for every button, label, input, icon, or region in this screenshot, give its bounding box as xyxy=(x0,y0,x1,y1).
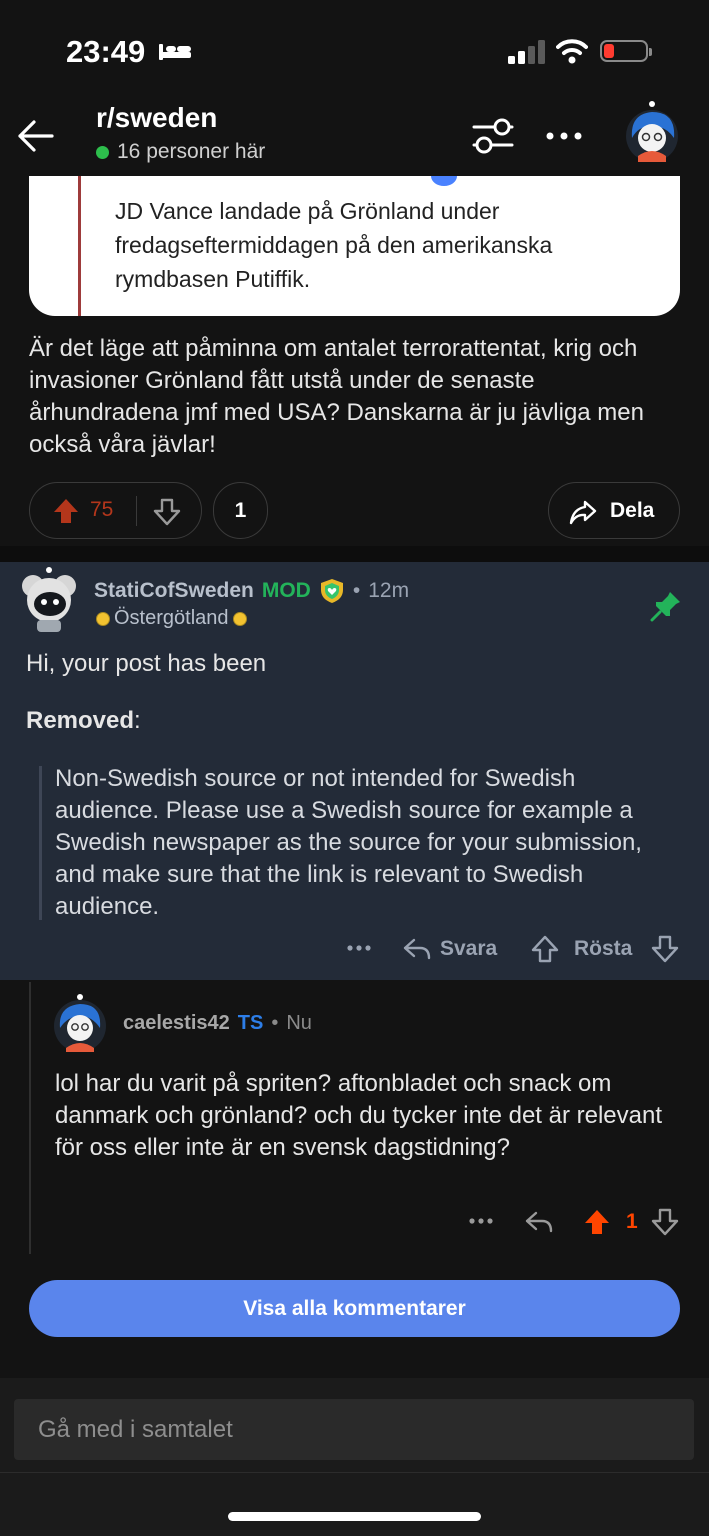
status-time: 23:49 xyxy=(66,34,146,69)
flair-text: Östergötland xyxy=(114,607,229,629)
downvote-icon[interactable] xyxy=(650,1207,680,1237)
mod-message-line2: Removed: xyxy=(26,707,141,735)
reply-button[interactable]: Svara xyxy=(440,937,497,961)
share-icon xyxy=(569,500,597,525)
vote-separator xyxy=(136,496,137,526)
post-body: Är det läge att påminna om antalet terro… xyxy=(29,335,644,458)
share-label: Dela xyxy=(610,499,655,522)
reply-score: 1 xyxy=(626,1210,638,1233)
share-button[interactable]: Dela xyxy=(548,482,680,539)
reply-icon[interactable] xyxy=(402,934,432,964)
reply-icon[interactable] xyxy=(524,1207,554,1237)
mod-quote-bar xyxy=(39,766,42,920)
removed-label: Removed xyxy=(26,707,135,734)
reply-time: Nu xyxy=(286,1012,312,1034)
signal-icon xyxy=(508,40,545,64)
mod-username[interactable]: StatiCofSweden xyxy=(94,579,254,603)
mod-badge: MOD xyxy=(261,579,311,602)
user-avatar[interactable] xyxy=(620,100,684,164)
composer-divider xyxy=(0,1472,709,1473)
op-badge: TS xyxy=(237,1012,264,1034)
wifi-icon xyxy=(556,39,588,64)
reply-actions: 1 xyxy=(460,1205,690,1239)
embedded-link-card[interactable]: JD Vance landade på Grönland under freda… xyxy=(29,176,680,316)
battery-low-icon xyxy=(600,40,652,62)
upvote-icon[interactable] xyxy=(52,497,80,525)
reply-meta: caelestis42 TS • Nu xyxy=(123,1012,312,1035)
post-score: 75 xyxy=(90,498,114,521)
online-text: 16 personer här xyxy=(117,140,266,163)
downvote-icon[interactable] xyxy=(152,497,182,527)
quote-bar xyxy=(78,176,81,316)
comment-input[interactable]: Gå med i samtalet xyxy=(14,1399,694,1460)
subreddit-title[interactable]: r/sweden xyxy=(96,102,217,134)
online-count: 16 personer här xyxy=(96,140,265,164)
removed-colon: : xyxy=(134,707,141,734)
online-dot-icon xyxy=(96,145,109,159)
back-arrow-icon[interactable] xyxy=(16,116,56,156)
mod-quote-text: Non-Swedish source or not intended for S… xyxy=(55,765,642,920)
more-icon[interactable] xyxy=(346,938,372,958)
flair-icon-left xyxy=(96,611,110,626)
comment-count-button[interactable]: 1 xyxy=(213,482,268,539)
filter-icon[interactable] xyxy=(470,114,516,158)
home-indicator[interactable] xyxy=(228,1512,481,1521)
show-all-comments-button[interactable]: Visa alla kommentarer xyxy=(29,1280,680,1337)
vote-label: Rösta xyxy=(574,937,633,960)
upvote-icon[interactable] xyxy=(530,934,560,964)
upvote-icon[interactable] xyxy=(582,1207,612,1237)
flair-icon-right xyxy=(232,611,247,626)
mod-comment-meta: StatiCofSweden MOD • 12m xyxy=(94,578,409,604)
pin-icon xyxy=(650,592,680,622)
embedded-quote-text: JD Vance landade på Grönland under freda… xyxy=(115,198,553,292)
mod-message-line1: Hi, your post has been xyxy=(26,650,267,677)
downvote-icon[interactable] xyxy=(650,934,680,964)
user-flair: Östergötland xyxy=(96,607,247,630)
reply-username[interactable]: caelestis42 xyxy=(123,1012,230,1035)
mod-avatar[interactable] xyxy=(17,566,81,634)
more-icon[interactable] xyxy=(544,122,584,150)
meta-dot: • xyxy=(352,579,361,602)
mod-comment-time: 12m xyxy=(368,579,410,602)
mod-shield-icon xyxy=(320,579,343,603)
blue-marker xyxy=(431,176,457,186)
mod-comment-actions: Svara Rösta xyxy=(340,932,690,966)
reply-avatar[interactable] xyxy=(50,994,110,1054)
section-divider xyxy=(0,546,709,562)
post-vote-pill: 75 xyxy=(29,482,202,539)
reply-text: lol har du varit på spriten? aftonbladet… xyxy=(55,1070,663,1161)
bed-icon xyxy=(159,44,191,60)
meta-dot: • xyxy=(271,1012,279,1034)
thread-line[interactable] xyxy=(29,982,31,1254)
more-icon[interactable] xyxy=(468,1211,494,1231)
